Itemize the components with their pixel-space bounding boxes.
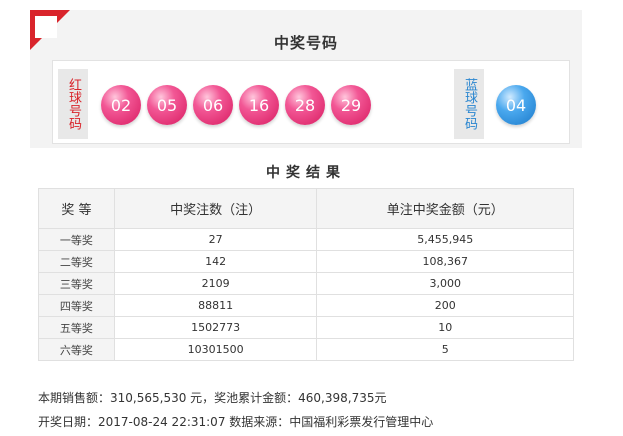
table-row: 六等奖 10301500 5 bbox=[38, 338, 574, 361]
red-ball-label: 红球号码 bbox=[58, 69, 88, 139]
prize-amount: 200 bbox=[316, 294, 574, 317]
prize-level: 二等奖 bbox=[38, 250, 115, 273]
winner-count: 2109 bbox=[113, 272, 318, 295]
winner-count: 142 bbox=[113, 250, 318, 273]
red-ball: 06 bbox=[193, 85, 233, 125]
winning-numbers-title: 中奖号码 bbox=[273, 34, 338, 52]
winner-count: 88811 bbox=[113, 294, 318, 317]
winner-count: 1502773 bbox=[113, 316, 318, 339]
table-header-row: 奖 等 中奖注数（注） 单注中奖金额（元） bbox=[38, 188, 574, 229]
table-row: 二等奖 142 108,367 bbox=[38, 250, 574, 273]
table-row: 五等奖 1502773 10 bbox=[38, 316, 574, 339]
red-ball: 05 bbox=[147, 85, 187, 125]
red-ball: 29 bbox=[331, 85, 371, 125]
table-row: 四等奖 88811 200 bbox=[38, 294, 574, 317]
sales-summary: 本期销售额：310,565,530 元，奖池累计金额：460,398,735元 bbox=[38, 391, 387, 405]
table-row: 三等奖 2109 3,000 bbox=[38, 272, 574, 295]
winner-count: 10301500 bbox=[113, 338, 318, 361]
prize-level: 三等奖 bbox=[38, 272, 115, 295]
red-ball: 02 bbox=[101, 85, 141, 125]
results-title: 中奖结果 bbox=[266, 165, 346, 181]
prize-amount: 108,367 bbox=[316, 250, 574, 273]
blue-ball: 04 bbox=[496, 85, 536, 125]
header-level: 奖 等 bbox=[38, 188, 115, 229]
prize-amount: 10 bbox=[316, 316, 574, 339]
prize-level: 六等奖 bbox=[38, 338, 115, 361]
draw-info: 开奖日期：2017-08-24 22:31:07 数据来源：中国福利彩票发行管理… bbox=[38, 415, 434, 429]
prize-amount: 5 bbox=[316, 338, 574, 361]
winning-numbers-panel: 中奖号码 红球号码 02 05 06 16 28 29 蓝球号码 04 bbox=[30, 10, 582, 148]
prize-amount: 5,455,945 bbox=[316, 228, 574, 251]
ball-box: 红球号码 02 05 06 16 28 29 蓝球号码 04 bbox=[52, 60, 570, 144]
winner-count: 27 bbox=[113, 228, 318, 251]
prize-amount: 3,000 bbox=[316, 272, 574, 295]
prize-level: 一等奖 bbox=[38, 228, 115, 251]
results-table: 奖 等 中奖注数（注） 单注中奖金额（元） 一等奖 27 5,455,945 二… bbox=[38, 188, 574, 361]
table-row: 一等奖 27 5,455,945 bbox=[38, 228, 574, 251]
red-ball: 28 bbox=[285, 85, 325, 125]
red-ball: 16 bbox=[239, 85, 279, 125]
blue-ball-label: 蓝球号码 bbox=[454, 69, 484, 139]
red-balls: 02 05 06 16 28 29 bbox=[101, 85, 371, 125]
prize-level: 五等奖 bbox=[38, 316, 115, 339]
header-count: 中奖注数（注） bbox=[113, 188, 318, 229]
header-amount: 单注中奖金额（元） bbox=[316, 188, 574, 229]
prize-level: 四等奖 bbox=[38, 294, 115, 317]
